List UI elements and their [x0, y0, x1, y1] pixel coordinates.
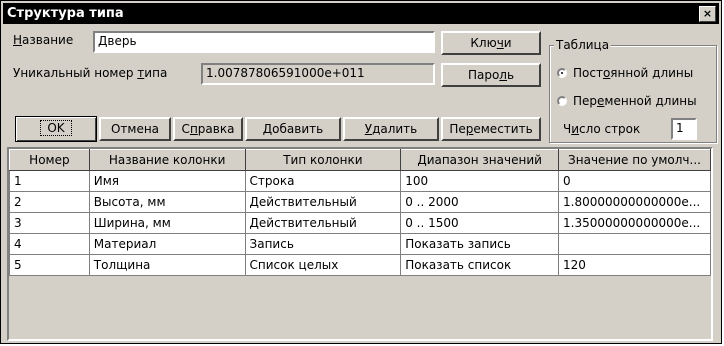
- grid-header-row: Номер Название колонки Тип колонки Диапа…: [9, 149, 711, 171]
- window-title: Структура типа: [7, 6, 124, 21]
- columns-grid[interactable]: Номер Название колонки Тип колонки Диапа…: [7, 147, 713, 341]
- keys-text-a: Клю: [470, 36, 497, 50]
- delete-b: далить: [372, 122, 418, 136]
- add-button[interactable]: Добавить: [245, 117, 341, 141]
- pwd-text-a: Паро: [467, 68, 500, 82]
- cell-default[interactable]: 1.80000000000000e...: [558, 191, 711, 213]
- cell-range[interactable]: 0 .. 2000: [400, 191, 560, 213]
- keys-button[interactable]: Ключи: [441, 31, 541, 55]
- name-label-accel: Н: [13, 33, 23, 47]
- uid-field: 1.00787806591000e+011: [201, 63, 435, 85]
- cell-number[interactable]: 2: [9, 191, 90, 213]
- delete-u: У: [364, 122, 373, 136]
- uid-label-b: ипа: [144, 66, 168, 80]
- cell-type[interactable]: Действительный: [244, 212, 402, 234]
- cell-number[interactable]: 3: [9, 212, 90, 234]
- help-a: С: [181, 122, 190, 136]
- cell-name[interactable]: Толщина: [88, 254, 246, 276]
- cell-default[interactable]: [558, 233, 711, 255]
- table-row[interactable]: 5 Толщина Список целых Показать список 1…: [9, 254, 711, 276]
- rows-count-input[interactable]: 1: [671, 118, 697, 140]
- cell-type[interactable]: Действительный: [244, 191, 402, 213]
- help-button[interactable]: Справка: [173, 117, 243, 141]
- rows-label-u: и: [571, 122, 580, 136]
- cell-name[interactable]: Высота, мм: [88, 191, 246, 213]
- name-label-text: азвание: [22, 33, 74, 47]
- cell-default[interactable]: 0: [558, 170, 711, 192]
- close-icon[interactable]: ×: [699, 6, 716, 22]
- move-a: Пе: [449, 122, 466, 136]
- uid-label: Уникальный номер типа: [13, 66, 167, 80]
- cell-range[interactable]: 100: [400, 170, 560, 192]
- password-button[interactable]: Пароль: [441, 63, 541, 87]
- help-b: равка: [197, 122, 235, 136]
- name-label: Название: [13, 33, 73, 47]
- name-input[interactable]: Дверь: [93, 31, 435, 53]
- pwd-text-u: л: [499, 68, 507, 82]
- radio-var-b: менной длины: [604, 94, 697, 108]
- uid-label-a: Уникальный номер: [13, 66, 138, 80]
- add-u: Д: [262, 122, 273, 136]
- help-u: п: [189, 122, 198, 136]
- add-b: обавить: [272, 122, 324, 136]
- radio-fixed-b: янной длины: [610, 66, 694, 80]
- ok-button[interactable]: OK: [15, 116, 97, 142]
- keys-text-b: и: [503, 36, 512, 50]
- cell-type[interactable]: Строка: [244, 170, 402, 192]
- columns-table: Номер Название колонки Тип колонки Диапа…: [9, 149, 711, 276]
- title-bar: Структура типа ×: [3, 3, 719, 24]
- cell-type[interactable]: Список целых: [244, 254, 402, 276]
- rows-count-label: Число строк: [563, 122, 640, 136]
- pwd-text-b: ь: [506, 68, 515, 82]
- cell-number[interactable]: 1: [9, 170, 90, 192]
- cell-default[interactable]: 1.35000000000000e...: [558, 212, 711, 234]
- cell-name[interactable]: Материал: [88, 233, 246, 255]
- col-header-name[interactable]: Название колонки: [88, 149, 246, 171]
- radio-fixed-a: Пост: [573, 66, 603, 80]
- cell-default[interactable]: 120: [558, 254, 711, 276]
- move-button[interactable]: Переместить: [441, 117, 541, 141]
- cell-name[interactable]: Ширина, мм: [88, 212, 246, 234]
- delete-button[interactable]: Удалить: [343, 117, 439, 141]
- move-b: еместить: [473, 122, 533, 136]
- cell-number[interactable]: 4: [9, 233, 90, 255]
- table-row[interactable]: 4 Материал Запись Показать запись: [9, 233, 711, 255]
- table-row[interactable]: 3 Ширина, мм Действительный 0 .. 1500 1.…: [9, 212, 711, 234]
- rows-label-a: Ч: [563, 122, 572, 136]
- radio-var-a: Пер: [573, 94, 598, 108]
- rows-label-b: сло строк: [579, 122, 641, 136]
- radio-checked-icon: [557, 68, 567, 78]
- radio-unchecked-icon: [557, 96, 567, 106]
- cell-type[interactable]: Запись: [244, 233, 402, 255]
- cancel-button[interactable]: Отмена: [99, 117, 171, 141]
- table-row[interactable]: 1 Имя Строка 100 0: [9, 170, 711, 192]
- keys-text-u: ч: [496, 36, 504, 50]
- table-row[interactable]: 2 Высота, мм Действительный 0 .. 2000 1.…: [9, 191, 711, 213]
- cell-range[interactable]: Показать запись: [400, 233, 560, 255]
- cell-range[interactable]: Показать список: [400, 254, 560, 276]
- col-header-type[interactable]: Тип колонки: [244, 149, 402, 171]
- col-header-number[interactable]: Номер: [9, 149, 90, 171]
- cell-name[interactable]: Имя: [88, 170, 246, 192]
- radio-fixed-length[interactable]: Постоянной длины: [557, 66, 693, 80]
- ok-label: OK: [40, 120, 72, 136]
- col-header-default[interactable]: Значение по умолч...: [558, 149, 711, 171]
- col-header-range[interactable]: Диапазон значений: [400, 149, 560, 171]
- cell-range[interactable]: 0 .. 1500: [400, 212, 560, 234]
- cell-number[interactable]: 5: [9, 254, 90, 276]
- radio-variable-length[interactable]: Переменной длины: [557, 94, 697, 108]
- table-group-legend: Таблица: [554, 38, 612, 52]
- structure-dialog: Структура типа × Название Дверь Ключи Ун…: [0, 0, 722, 344]
